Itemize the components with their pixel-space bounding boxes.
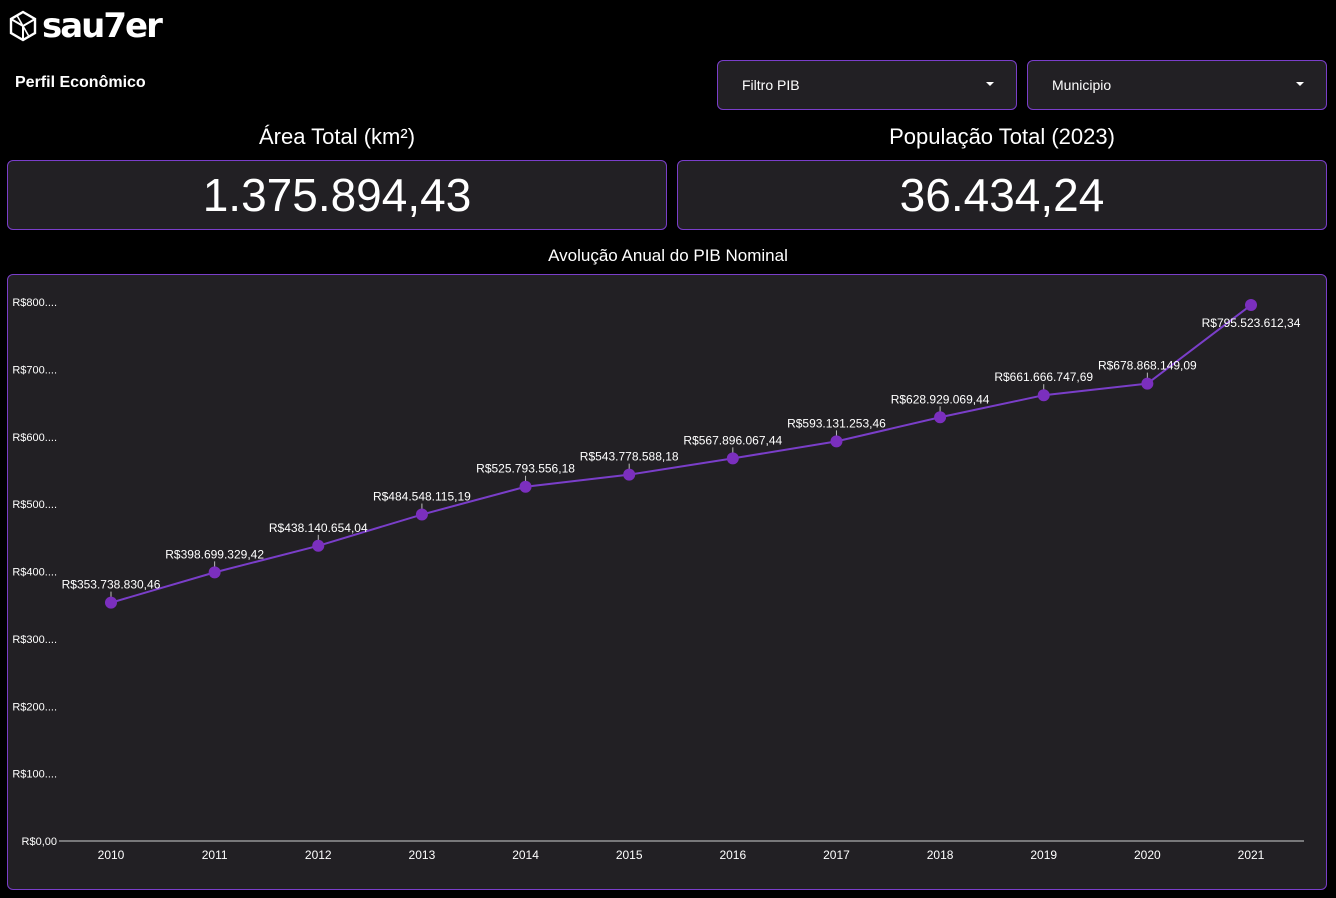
data-point xyxy=(105,596,117,609)
data-point xyxy=(1037,389,1050,402)
geometric-hexagon-icon xyxy=(9,10,37,42)
data-label: R$593.131.253,46 xyxy=(787,416,886,430)
y-tick-label: R$200.... xyxy=(12,701,57,713)
x-tick-label: 2019 xyxy=(1030,848,1057,862)
data-point xyxy=(623,468,636,481)
municipio-dropdown[interactable]: Municipio xyxy=(1027,60,1327,110)
data-label: R$484.548.115,19 xyxy=(373,490,471,504)
brand-logo: sau7er xyxy=(8,6,163,46)
data-label: R$525.793.556,18 xyxy=(476,462,575,476)
x-tick-label: 2011 xyxy=(202,848,228,862)
x-tick-label: 2013 xyxy=(409,848,436,862)
data-point xyxy=(519,480,532,493)
x-tick-label: 2021 xyxy=(1238,848,1265,862)
data-label: R$438.140.654,04 xyxy=(269,521,368,535)
kpi-area-title: Área Total (km²) xyxy=(258,124,416,149)
chart-canvas: R$0,00 R$100.... R$200.... R$300.... R$400..… xyxy=(12,297,1304,862)
data-point xyxy=(208,566,221,579)
y-tick-label: R$700.... xyxy=(12,364,57,376)
x-tick-label: 2012 xyxy=(305,848,332,862)
data-label: R$628.929.069,44 xyxy=(891,392,990,406)
x-tick-label: 2016 xyxy=(719,848,746,862)
data-point xyxy=(312,539,325,552)
brand-name: sau7er xyxy=(42,6,163,46)
filter-pib-dropdown[interactable]: Filtro PIB xyxy=(717,60,1017,110)
data-point xyxy=(830,435,843,448)
y-tick-label: R$0,00 xyxy=(22,836,57,848)
y-tick-label: R$100.... xyxy=(12,769,57,781)
kpi-population-value: 36.434,24 xyxy=(899,169,1105,221)
filter-pib-label: Filtro PIB xyxy=(742,77,800,93)
kpi-population-card: 36.434,24 xyxy=(677,160,1327,230)
y-tick-label: R$400.... xyxy=(12,567,57,579)
page-title: Perfil Econômico xyxy=(15,74,146,91)
y-tick-label: R$300.... xyxy=(12,634,57,646)
x-tick-label: 2010 xyxy=(98,848,125,862)
y-tick-label: R$800.... xyxy=(12,297,57,309)
data-label: R$353.738.830,46 xyxy=(62,578,161,592)
x-tick-label: 2014 xyxy=(512,848,539,862)
data-label: R$398.699.329,42 xyxy=(165,547,264,561)
data-label: R$661.666.747,69 xyxy=(994,370,1093,384)
x-tick-label: 2017 xyxy=(823,848,850,862)
y-tick-label: R$500.... xyxy=(12,499,57,511)
kpi-area-card: 1.375.894,43 xyxy=(7,160,667,230)
data-point xyxy=(415,508,428,521)
x-tick-label: 2020 xyxy=(1134,848,1161,862)
chevron-down-icon xyxy=(986,82,994,86)
data-point xyxy=(1245,299,1257,312)
chevron-down-icon xyxy=(1296,82,1304,86)
data-label: R$678.868.149,09 xyxy=(1098,359,1197,373)
x-tick-label: 2015 xyxy=(616,848,643,862)
y-tick-label: R$600.... xyxy=(12,432,57,444)
data-label: R$795.523.612,34 xyxy=(1202,316,1301,330)
data-label: R$543.778.588,18 xyxy=(580,450,679,464)
series-line xyxy=(110,304,1252,604)
kpi-area-value: 1.375.894,43 xyxy=(202,169,472,221)
chart-title: Avolução Anual do PIB Nominal xyxy=(548,246,788,265)
pib-line-chart: R$0,00 R$100.... R$200.... R$300.... R$400..… xyxy=(7,274,1327,890)
kpi-population-title: População Total (2023) xyxy=(889,124,1115,149)
data-point xyxy=(934,411,947,424)
data-point xyxy=(726,452,739,465)
data-label: R$567.896.067,44 xyxy=(683,433,782,447)
municipio-label: Municipio xyxy=(1052,77,1112,93)
data-point xyxy=(1141,377,1154,390)
x-tick-label: 2018 xyxy=(927,848,954,862)
